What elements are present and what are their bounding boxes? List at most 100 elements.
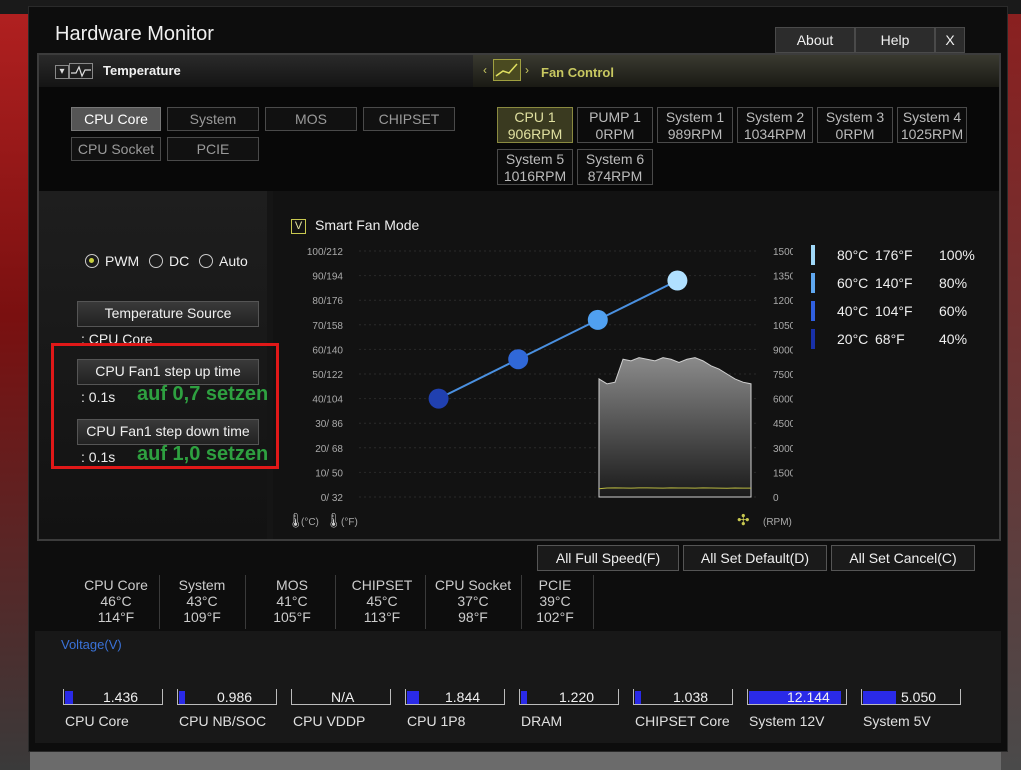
voltage-meter: 1.844 bbox=[405, 689, 505, 709]
fan-curve-area: V Smart Fan Mode 100/2121500090/19413500… bbox=[273, 191, 999, 539]
fan-btn-system5[interactable]: System 5 1016RPM bbox=[497, 149, 573, 185]
fan-curve-chart[interactable]: 100/2121500090/1941350080/1761200070/158… bbox=[273, 235, 793, 535]
all-full-speed-button[interactable]: All Full Speed(F) bbox=[537, 545, 679, 571]
legend-pct: 40% bbox=[939, 331, 968, 347]
temp-readout-fahrenheit: 109°F bbox=[183, 609, 221, 625]
fan-control-header: ‹ › Fan Control bbox=[473, 55, 999, 87]
y-left-tick-label: 0/ 32 bbox=[321, 493, 344, 504]
voltage-fill bbox=[179, 691, 185, 704]
legend-color-bar bbox=[811, 273, 815, 293]
mode-auto-radio[interactable]: Auto bbox=[199, 253, 248, 269]
fan-rpm: 874RPM bbox=[587, 168, 643, 184]
y-right-tick-label: 3000 bbox=[773, 444, 793, 455]
y-left-tick-label: 80/176 bbox=[312, 296, 343, 307]
fan-rpm: 989RPM bbox=[667, 126, 723, 142]
fan-btn-system6[interactable]: System 6 874RPM bbox=[577, 149, 653, 185]
all-set-cancel-button[interactable]: All Set Cancel(C) bbox=[831, 545, 975, 571]
radio-icon bbox=[199, 254, 213, 268]
temp-readout: MOS 41°C 105°F bbox=[257, 577, 327, 625]
temp-readout-fahrenheit: 113°F bbox=[363, 609, 401, 625]
step-up-annotation: auf 0,7 setzen bbox=[137, 383, 269, 405]
temp-tab-system[interactable]: System bbox=[167, 107, 259, 131]
legend-f: 68°F bbox=[875, 331, 905, 347]
fan-btn-system2[interactable]: System 2 1034RPM bbox=[737, 107, 813, 143]
temp-tab-cpu-core[interactable]: CPU Core bbox=[71, 107, 161, 131]
curve-point[interactable] bbox=[508, 349, 529, 370]
temp-readout-celsius: 43°C bbox=[186, 593, 218, 609]
temperature-graph-icon bbox=[69, 63, 93, 79]
fan-btn-pump1[interactable]: PUMP 1 0RPM bbox=[577, 107, 653, 143]
voltage-label: CPU 1P8 bbox=[407, 713, 466, 729]
y-right-tick-label: 9000 bbox=[773, 345, 793, 356]
voltage-fill bbox=[635, 691, 641, 704]
temp-readout: System 43°C 109°F bbox=[167, 577, 237, 625]
smart-fan-checkbox[interactable]: V bbox=[291, 219, 306, 234]
voltage-value: 12.144 bbox=[787, 689, 830, 705]
legend-pct: 60% bbox=[939, 303, 968, 319]
mode-pwm-radio[interactable]: PWM bbox=[85, 253, 139, 269]
y-right-tick-label: 10500 bbox=[773, 321, 793, 332]
step-down-annotation: auf 1,0 setzen bbox=[137, 443, 269, 465]
help-button[interactable]: Help bbox=[855, 27, 935, 53]
legend-f: 140°F bbox=[875, 275, 913, 291]
temp-readout-fahrenheit: 105°F bbox=[273, 609, 311, 625]
temp-readout-label: CPU Socket bbox=[434, 577, 512, 593]
mode-dc-radio[interactable]: DC bbox=[149, 253, 189, 269]
collapse-icon[interactable]: ▾ bbox=[55, 65, 69, 79]
temp-readout-celsius: 39°C bbox=[539, 593, 571, 609]
fan-btn-cpu1[interactable]: CPU 1 906RPM bbox=[497, 107, 573, 143]
fan-name: System 2 bbox=[745, 109, 805, 125]
voltage-fill bbox=[65, 691, 73, 704]
about-button[interactable]: About bbox=[775, 27, 855, 53]
all-set-default-button[interactable]: All Set Default(D) bbox=[683, 545, 827, 571]
voltage-value: 1.220 bbox=[559, 689, 595, 705]
temperature-source-button[interactable]: Temperature Source bbox=[77, 301, 259, 327]
mode-dc-label: DC bbox=[169, 253, 190, 269]
voltage-meter: 0.986 bbox=[177, 689, 277, 709]
temp-tab-mos[interactable]: MOS bbox=[265, 107, 357, 131]
chevron-right-icon[interactable]: › bbox=[525, 63, 529, 77]
temp-readout-celsius: 37°C bbox=[457, 593, 489, 609]
y-left-tick-label: 70/158 bbox=[312, 321, 343, 332]
close-button[interactable]: X bbox=[935, 27, 965, 53]
fan-rpm: 0RPM bbox=[595, 126, 635, 142]
temp-tab-cpu-socket[interactable]: CPU Socket bbox=[71, 137, 161, 161]
fan-icon: ✣ bbox=[737, 511, 750, 529]
fan-btn-system4[interactable]: System 4 1025RPM bbox=[897, 107, 967, 143]
curve-point[interactable] bbox=[667, 270, 688, 291]
voltage-value: 1.038 bbox=[673, 689, 709, 705]
voltage-value: N/A bbox=[331, 689, 355, 705]
voltage-fill bbox=[521, 691, 527, 704]
legend-color-bar bbox=[811, 245, 815, 265]
temp-readout-fahrenheit: 102°F bbox=[536, 609, 574, 625]
temp-tab-chipset[interactable]: CHIPSET bbox=[363, 107, 455, 131]
y-left-tick-label: 40/104 bbox=[312, 395, 343, 406]
legend-c: 60°C bbox=[837, 275, 869, 291]
temp-separator bbox=[521, 575, 522, 629]
voltage-meter: 1.436 bbox=[63, 689, 163, 709]
curve-point[interactable] bbox=[587, 309, 608, 330]
temp-readout-celsius: 45°C bbox=[366, 593, 398, 609]
chevron-left-icon[interactable]: ‹ bbox=[483, 63, 487, 77]
temp-readout: PCIE 39°C 102°F bbox=[525, 577, 585, 625]
legend-c: 20°C bbox=[837, 331, 869, 347]
y-left-tick-label: 60/140 bbox=[312, 345, 343, 356]
radio-icon bbox=[149, 254, 163, 268]
voltage-label: CPU Core bbox=[65, 713, 129, 729]
temp-tab-pcie[interactable]: PCIE bbox=[167, 137, 259, 161]
fan-btn-system1[interactable]: System 1 989RPM bbox=[657, 107, 733, 143]
y-right-tick-label: 4500 bbox=[773, 419, 793, 430]
rpm-unit-label: (RPM) bbox=[763, 517, 792, 528]
fan-btn-system3[interactable]: System 3 0RPM bbox=[817, 107, 893, 143]
temp-readout-label: CPU Core bbox=[84, 577, 148, 593]
y-left-tick-label: 30/ 86 bbox=[315, 419, 343, 430]
fan-name: CPU 1 bbox=[514, 109, 556, 125]
curve-point[interactable] bbox=[428, 388, 449, 409]
celsius-unit-label: (°C) bbox=[301, 517, 319, 528]
temp-readout-label: System bbox=[178, 577, 226, 593]
temperature-header: Temperature bbox=[103, 63, 181, 78]
window-title: Hardware Monitor bbox=[55, 23, 214, 45]
temp-readout: CPU Core 46°C 114°F bbox=[81, 577, 151, 625]
voltage-label: CPU VDDP bbox=[293, 713, 366, 729]
voltage-meter: 1.038 bbox=[633, 689, 733, 709]
